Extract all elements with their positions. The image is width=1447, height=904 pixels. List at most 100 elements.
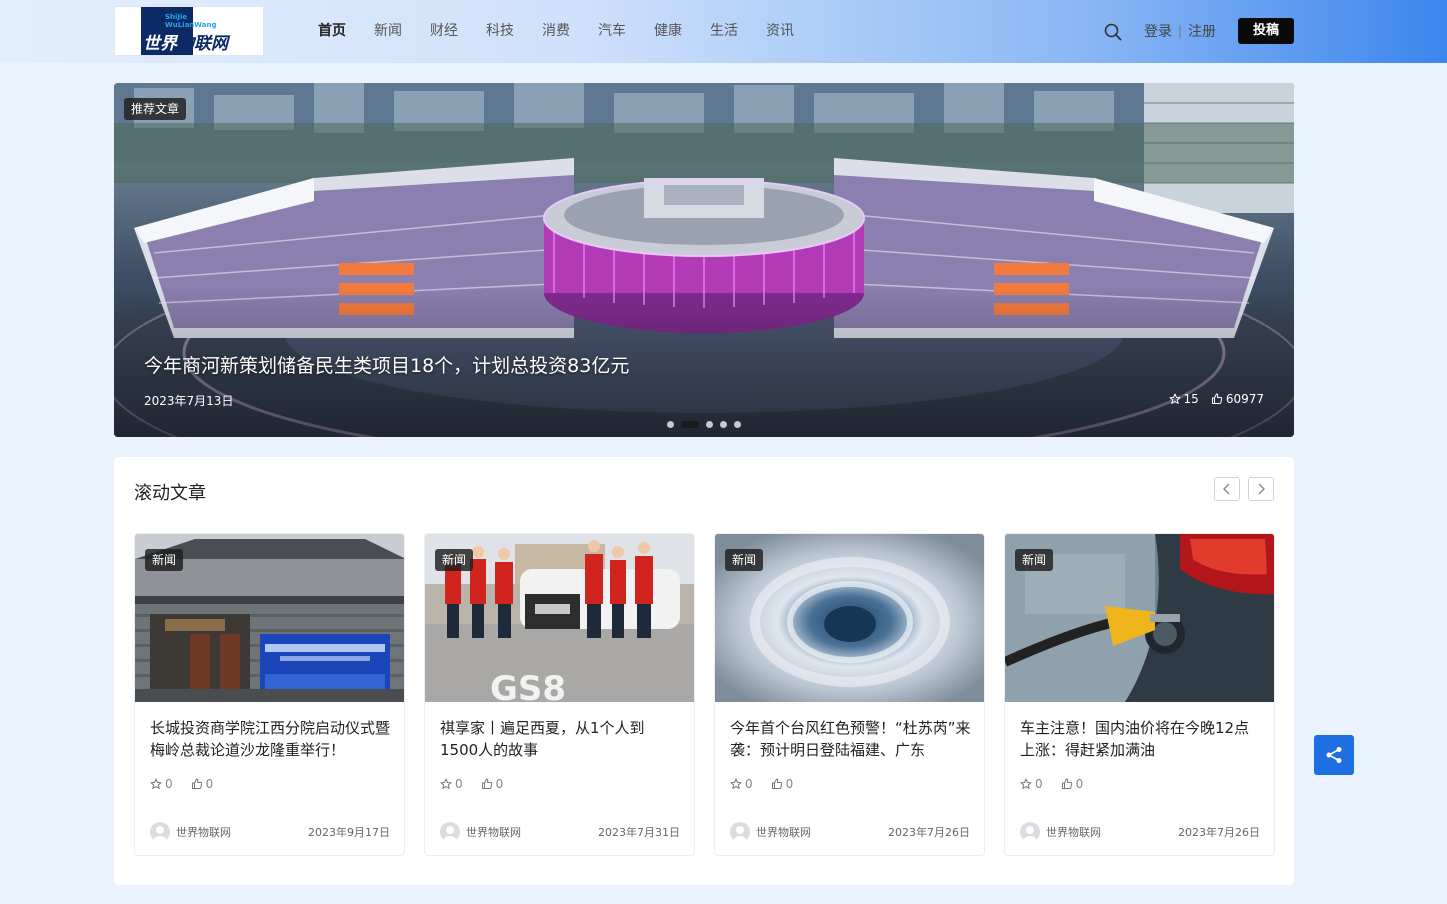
article-stars-count-1: 0 [165, 777, 173, 791]
article-tag-3[interactable]: 新闻 [725, 549, 764, 571]
article-card-3[interactable]: 新闻 今年首个台风红色预警！“杜苏芮”来袭：预计明日登陆福建、广东 0 0 世界… [714, 533, 985, 856]
chevron-right-icon [1258, 483, 1265, 495]
carousel-dot-5[interactable] [734, 421, 741, 428]
thumbs-up-icon [191, 778, 202, 789]
banner-stars[interactable]: 15 [1169, 392, 1199, 406]
article-likes-count-4: 0 [1075, 777, 1084, 791]
article-author-1[interactable]: 世界物联网 [150, 822, 231, 842]
main-nav: 首页 新闻 财经 科技 消费 汽车 健康 生活 资讯 [318, 20, 822, 42]
article-stars-1[interactable]: 0 [150, 777, 173, 791]
article-stars-2[interactable]: 0 [440, 777, 463, 791]
share-button[interactable] [1314, 735, 1354, 775]
auth-links: 登录 | 注册 [1144, 20, 1216, 42]
avatar [440, 822, 460, 842]
article-image-3[interactable]: 新闻 [715, 534, 984, 702]
prev-button[interactable] [1214, 477, 1240, 501]
article-card-1[interactable]: 新闻 长城投资商学院江西分院启动仪式暨梅岭总裁论道沙龙隆重举行！ 0 0 世界物… [134, 533, 405, 856]
article-image-1[interactable]: 新闻 [135, 534, 404, 702]
nav-item-auto[interactable]: 汽车 [598, 20, 626, 42]
thumbs-up-icon [1061, 778, 1072, 789]
article-stars-4[interactable]: 0 [1020, 777, 1043, 791]
article-title-2[interactable]: 祺享家丨遍足西夏，从1个人到1500人的故事 [440, 717, 682, 761]
banner-date: 2023年7月13日 [144, 394, 234, 408]
article-stats-3: 0 0 [730, 777, 811, 791]
nav-item-consumer[interactable]: 消费 [542, 20, 570, 42]
thumbs-up-icon [1211, 393, 1222, 404]
article-tag-1[interactable]: 新闻 [145, 549, 184, 571]
article-date-3: 2023年7月26日 [888, 826, 970, 839]
avatar [1020, 822, 1040, 842]
carousel-dot-4[interactable] [720, 421, 727, 428]
site-header: ShiJie WuLianWang 世界物联网 首页 新闻 财经 科技 消费 汽… [0, 0, 1447, 63]
article-stats-4: 0 0 [1020, 777, 1101, 791]
article-title-3[interactable]: 今年首个台风红色预警！“杜苏芮”来袭：预计明日登陆福建、广东 [730, 717, 972, 761]
site-logo[interactable]: ShiJie WuLianWang 世界物联网 [114, 6, 264, 56]
thumbs-up-icon [481, 778, 492, 789]
submit-article-button[interactable]: 投稿 [1238, 18, 1294, 44]
nav-item-home[interactable]: 首页 [318, 20, 346, 42]
article-tag-2[interactable]: 新闻 [435, 549, 474, 571]
article-tag-4[interactable]: 新闻 [1015, 549, 1054, 571]
article-stars-3[interactable]: 0 [730, 777, 753, 791]
nav-item-info[interactable]: 资讯 [766, 20, 794, 42]
article-author-2[interactable]: 世界物联网 [440, 822, 521, 842]
logo-text-first: 世界 [143, 34, 177, 54]
nav-item-life[interactable]: 生活 [710, 20, 738, 42]
article-footer-2: 世界物联网 2023年7月31日 [440, 822, 680, 842]
article-likes-count-2: 0 [495, 777, 504, 791]
banner-title[interactable]: 今年商河新策划储备民生类项目18个，计划总投资83亿元 [144, 351, 629, 378]
share-icon [1326, 747, 1342, 763]
chevron-left-icon [1223, 483, 1230, 495]
article-stars-count-4: 0 [1035, 777, 1043, 791]
article-stars-count-2: 0 [455, 777, 463, 791]
star-icon [150, 778, 162, 789]
login-link[interactable]: 登录 [1144, 21, 1172, 41]
nav-item-tech[interactable]: 科技 [486, 20, 514, 42]
article-likes-3[interactable]: 0 [771, 777, 793, 791]
article-likes-count-1: 0 [205, 777, 214, 791]
article-author-name-4: 世界物联网 [1046, 826, 1101, 839]
star-icon [1020, 778, 1032, 789]
carousel-dot-3[interactable] [706, 421, 713, 428]
article-image-4[interactable]: 新闻 [1005, 534, 1274, 702]
carousel-dot-1[interactable] [667, 421, 674, 428]
article-footer-4: 世界物联网 2023年7月26日 [1020, 822, 1260, 842]
article-likes-1[interactable]: 0 [191, 777, 214, 791]
avatar [150, 822, 170, 842]
nav-item-health[interactable]: 健康 [654, 20, 682, 42]
logo-subtitle-2: WuLianWang [165, 21, 217, 29]
star-icon [440, 778, 452, 789]
star-icon [1169, 393, 1181, 404]
article-likes-2[interactable]: 0 [481, 777, 504, 791]
logo-text: 世界物联网 [143, 29, 228, 54]
article-footer-1: 世界物联网 2023年9月17日 [150, 822, 390, 842]
next-button[interactable] [1248, 477, 1274, 501]
carousel-dot-2[interactable] [681, 421, 699, 428]
register-link[interactable]: 注册 [1188, 21, 1216, 41]
banner-stats: 15 60977 [1157, 392, 1264, 406]
article-card-2[interactable]: GS8 新闻 祺享家丨遍足西夏，从1个人到1500人的故事 0 0 世界物联网 … [424, 533, 695, 856]
article-author-3[interactable]: 世界物联网 [730, 822, 811, 842]
nav-item-finance[interactable]: 财经 [430, 20, 458, 42]
banner-likes[interactable]: 60977 [1211, 392, 1264, 406]
article-date-1: 2023年9月17日 [308, 826, 390, 839]
search-icon[interactable] [1104, 23, 1122, 41]
article-title-4[interactable]: 车主注意！国内油价将在今晚12点上涨：得赶紧加满油 [1020, 717, 1262, 761]
carousel-dots [667, 421, 748, 428]
article-stats-1: 0 0 [150, 777, 231, 791]
article-title-1[interactable]: 长城投资商学院江西分院启动仪式暨梅岭总裁论道沙龙隆重举行！ [150, 717, 392, 761]
article-likes-4[interactable]: 0 [1061, 777, 1084, 791]
article-footer-3: 世界物联网 2023年7月26日 [730, 822, 970, 842]
auth-separator: | [1178, 24, 1183, 38]
logo-subtitle-1: ShiJie [165, 13, 188, 21]
article-stats-2: 0 0 [440, 777, 521, 791]
nav-item-news[interactable]: 新闻 [374, 20, 402, 42]
banner-likes-count: 60977 [1225, 392, 1264, 406]
article-image-2[interactable]: GS8 新闻 [425, 534, 694, 702]
featured-banner[interactable]: 推荐文章 今年商河新策划储备民生类项目18个，计划总投资83亿元 2023年7月… [114, 83, 1294, 437]
banner-tag: 推荐文章 [124, 98, 187, 120]
article-author-4[interactable]: 世界物联网 [1020, 822, 1101, 842]
banner-stars-count: 15 [1183, 392, 1199, 406]
article-card-4[interactable]: 新闻 车主注意！国内油价将在今晚12点上涨：得赶紧加满油 0 0 世界物联网 2… [1004, 533, 1275, 856]
article-stars-count-3: 0 [745, 777, 753, 791]
